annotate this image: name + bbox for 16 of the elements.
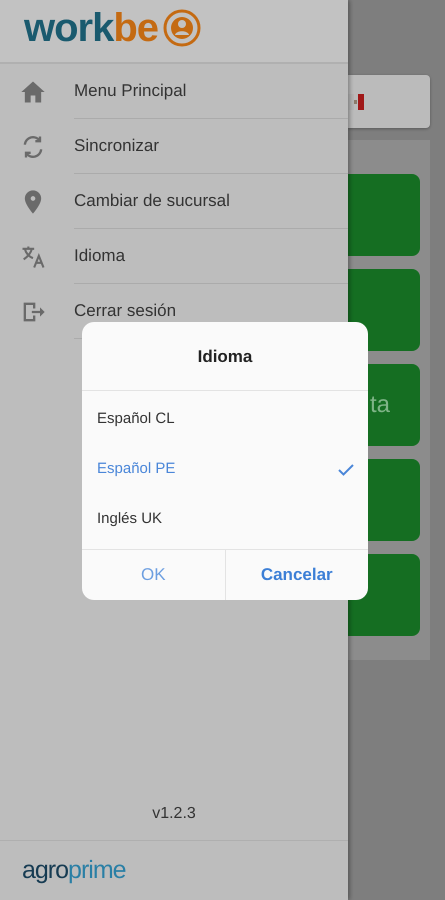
language-option[interactable]: Español PE xyxy=(82,444,368,494)
version-text: v1.2.3 xyxy=(151,804,197,824)
menu-tile[interactable] xyxy=(348,174,420,256)
menu-item[interactable]: Cambiar de sucursal xyxy=(74,188,230,214)
menu-item[interactable]: Menu Principal xyxy=(74,78,186,104)
menu-item[interactable]: Idioma xyxy=(74,243,126,269)
checkmark-icon xyxy=(338,464,354,476)
agroprime-logo: agroprime xyxy=(22,854,126,886)
menu-tile[interactable] xyxy=(348,269,420,351)
cancel-button[interactable]: Cancelar xyxy=(224,550,368,600)
dialog-title: Idioma xyxy=(82,322,368,390)
menu-item[interactable]: Sincronizar xyxy=(74,133,160,159)
workbe-logo: workbe xyxy=(24,8,158,48)
language-option[interactable]: Inglés UK xyxy=(82,494,368,544)
menu-item[interactable]: Cerrar sesión xyxy=(74,298,176,324)
person-circle-icon xyxy=(162,8,202,48)
